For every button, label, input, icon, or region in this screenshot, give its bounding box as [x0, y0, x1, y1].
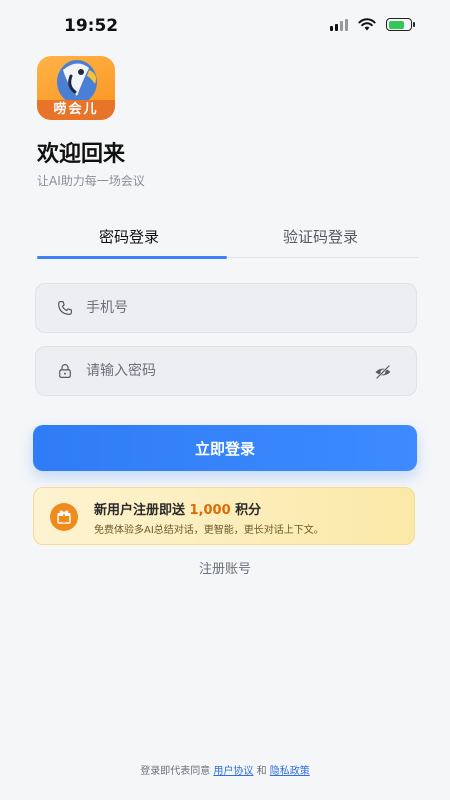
promo-title-suffix: 积分: [230, 503, 262, 518]
lock-icon: [59, 364, 71, 378]
tab-password-login[interactable]: 密码登录: [99, 226, 159, 247]
tab-code-login[interactable]: 验证码登录: [283, 226, 358, 247]
logo-text: 唠会儿: [37, 100, 115, 120]
promo-points: 1,000: [189, 503, 231, 518]
app-logo: 唠会儿: [37, 56, 115, 120]
cellular-signal-icon: [330, 18, 348, 31]
password-field[interactable]: [35, 346, 417, 396]
new-user-promo-banner[interactable]: 新用户注册即送 1,000 积分 免费体验多AI总结对话，更智能，更长对话上下文…: [33, 487, 415, 545]
agreement-prefix: 登录即代表同意: [140, 766, 214, 777]
agreement-text: 登录即代表同意 用户协议 和 隐私政策: [0, 762, 450, 777]
phone-icon: [58, 301, 72, 315]
promo-title-prefix: 新用户注册即送: [94, 503, 190, 518]
eye-off-icon[interactable]: [374, 364, 392, 380]
privacy-policy-link[interactable]: 隐私政策: [270, 766, 310, 777]
active-tab-indicator: [37, 256, 227, 259]
page-title: 欢迎回来: [37, 142, 126, 167]
battery-icon: [386, 18, 415, 31]
phone-field[interactable]: [35, 283, 417, 333]
gift-icon: [50, 503, 78, 531]
login-tabs: 密码登录 验证码登录: [37, 214, 419, 259]
wifi-icon: [358, 18, 376, 31]
promo-subtitle: 免费体验多AI总结对话，更智能，更长对话上下文。: [94, 525, 324, 536]
user-agreement-link[interactable]: 用户协议: [213, 766, 253, 777]
status-time: 19:52: [64, 16, 119, 36]
register-link[interactable]: 注册账号: [0, 558, 450, 577]
login-button[interactable]: 立即登录: [33, 425, 417, 471]
parrot-icon: [57, 60, 97, 102]
status-icons: [330, 18, 415, 31]
agreement-and: 和: [253, 766, 270, 777]
status-bar: 19:52: [0, 0, 450, 50]
password-input[interactable]: [86, 347, 376, 395]
promo-title: 新用户注册即送 1,000 积分: [94, 499, 261, 518]
page-subtitle: 让AI助力每一场会议: [37, 174, 145, 188]
phone-input[interactable]: [86, 284, 376, 332]
